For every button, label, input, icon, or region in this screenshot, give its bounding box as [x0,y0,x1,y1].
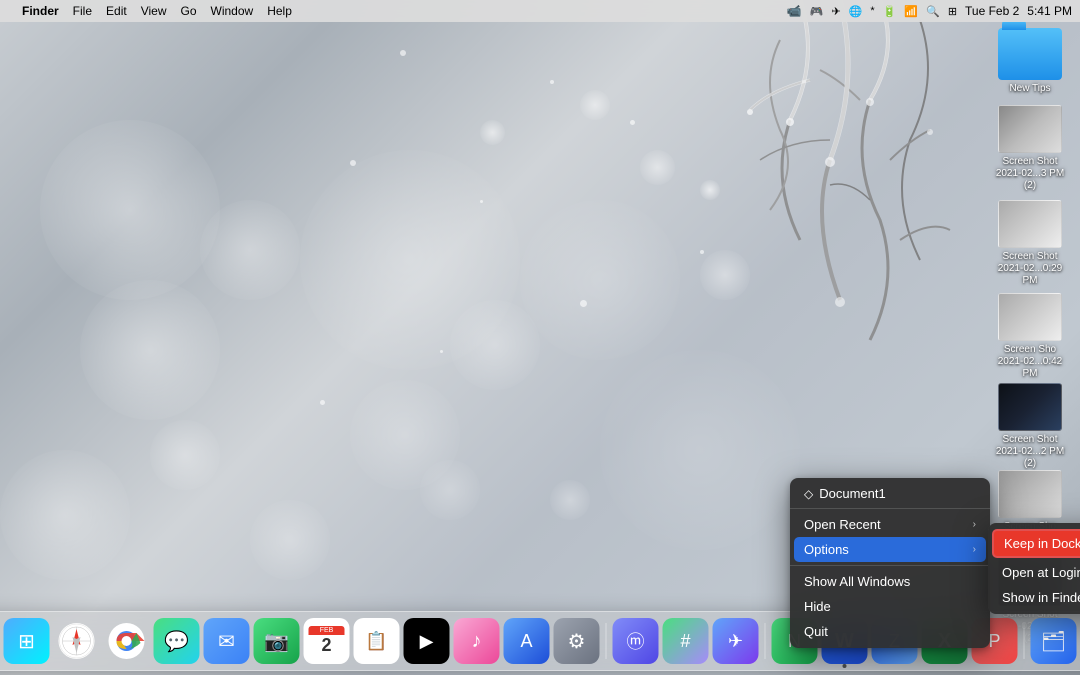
dock-separator-3 [1024,623,1025,659]
app-name-menu[interactable]: Finder [22,4,59,18]
submenu-keep-in-dock[interactable]: Keep in Dock [992,529,1080,558]
screenshot-thumb [998,470,1062,518]
network-icon[interactable]: 🌐 [849,5,863,18]
keep-in-dock-label: Keep in Dock [1004,536,1080,551]
messages-icon: 💬 [164,629,189,654]
dock-item-launchpad[interactable]: ⊞ [4,618,50,664]
bluetooth-icon[interactable]: * [870,5,874,17]
search-icon[interactable]: 🔍 [926,5,940,18]
dock-item-reminders[interactable]: 📋 [354,618,400,664]
folder-icon [998,28,1062,80]
submenu-show-in-finder[interactable]: Show in Finder [988,585,1080,610]
system-prefs-icon: ⚙ [568,629,586,654]
word-active-dot [843,664,847,668]
icon-label: Screen Shot 2021-02...0:29 PM [991,251,1069,287]
desktop: Finder File Edit View Go Window Help 📹 🎮… [0,0,1080,675]
appletv-icon: ▶ [420,631,434,652]
context-menu-hide[interactable]: Hide [790,594,990,619]
datetime: Tue Feb 2 [965,4,1019,18]
chrome-icon [109,623,145,659]
slack-icon: # [680,631,690,652]
menubar: Finder File Edit View Go Window Help 📹 🎮… [0,0,1080,22]
dock-item-messages[interactable]: 💬 [154,618,200,664]
screenshot-thumb [998,293,1062,341]
dock-item-music[interactable]: ♪ [454,618,500,664]
help-menu[interactable]: Help [267,4,292,18]
context-menu: ◇ Document1 Open Recent › Options › Show… [790,478,990,648]
tree-decoration [480,0,1000,480]
desktop-icon-screenshot-4[interactable]: Screen Shot 2021-02...2 PM (2) [990,383,1070,470]
options-submenu: Keep in Dock Open at Login Show in Finde… [988,523,1080,614]
context-menu-title: ◇ Document1 [790,482,990,505]
hide-label: Hide [804,599,831,614]
dock-item-files[interactable]: 🗂 [1031,618,1077,664]
messenger-icon: ⓜ [627,628,645,654]
dock-item-slack[interactable]: # [663,618,709,664]
dock-item-facetime[interactable]: 📷 [254,618,300,664]
desktop-icon-screenshot-3[interactable]: Screen Sho 2021-02...0:42 PM [990,293,1070,380]
dock-item-appletv[interactable]: ▶ [404,618,450,664]
facetime-icon[interactable]: 📹 [787,4,802,18]
dock-item-safari[interactable] [54,618,100,664]
music-icon: ♪ [472,630,482,653]
desktop-icon-screenshot-2[interactable]: Screen Shot 2021-02...0:29 PM [990,200,1070,287]
context-menu-quit[interactable]: Quit [790,619,990,644]
dock-item-calendar[interactable]: FEB 2 [304,618,350,664]
show-in-finder-label: Show in Finder [1002,590,1080,605]
doc-icon: ◇ [804,487,813,501]
dock-item-mail[interactable]: ✉ [204,618,250,664]
calendar-icon: FEB 2 [309,626,345,657]
preview-icon: P [988,631,1000,652]
flight-icon[interactable]: ✈ [832,5,841,18]
submenu-open-at-login[interactable]: Open at Login [988,560,1080,585]
control-center-icon[interactable]: ⊞ [948,5,957,18]
edit-menu[interactable]: Edit [106,4,127,18]
icon-label: Screen Shot 2021-02...2 PM (2) [991,434,1069,470]
desktop-icon-new-tips[interactable]: New Tips [990,28,1070,95]
dock-item-paperflight[interactable]: ✈ [713,618,759,664]
screenshot-thumb [998,383,1062,431]
appstore-icon: A [520,631,532,652]
dock-item-chrome[interactable] [104,618,150,664]
time: 5:41 PM [1027,4,1072,18]
show-all-windows-label: Show All Windows [804,574,910,589]
paperflight-icon: ✈ [728,631,743,652]
submenu-arrow-options: › [973,544,976,555]
view-menu[interactable]: View [141,4,167,18]
context-menu-app-name: Document1 [819,486,885,501]
reminders-icon: 📋 [365,631,387,652]
context-menu-separator-2 [790,565,990,566]
context-menu-separator [790,508,990,509]
quit-label: Quit [804,624,828,639]
screenshot-thumb [998,105,1062,153]
options-label: Options [804,542,849,557]
dock-item-system-preferences[interactable]: ⚙ [554,618,600,664]
safari-icon [59,623,95,659]
open-at-login-label: Open at Login [1002,565,1080,580]
context-menu-options[interactable]: Options › [794,537,986,562]
screenshot-thumb [998,200,1062,248]
dock-separator [606,623,607,659]
files-icon: 🗂 [1041,629,1066,654]
desktop-icon-screenshot-1[interactable]: Screen Shot 2021-02...3 PM (2) [990,105,1070,192]
dock-item-appstore[interactable]: A [504,618,550,664]
window-menu[interactable]: Window [211,4,254,18]
facetime-dock-icon: 📷 [264,629,289,654]
wifi-icon[interactable]: 📶 [904,5,918,18]
dock-item-messenger[interactable]: ⓜ [613,618,659,664]
mail-icon: ✉ [218,629,235,654]
game-icon[interactable]: 🎮 [810,5,824,18]
icon-label: Screen Shot 2021-02...3 PM (2) [991,156,1069,192]
go-menu[interactable]: Go [181,4,197,18]
context-menu-open-recent[interactable]: Open Recent › [790,512,990,537]
icon-label: New Tips [1009,83,1050,95]
launchpad-icon: ⊞ [18,629,35,654]
battery-icon[interactable]: 🔋 [883,5,897,18]
context-menu-show-all-windows[interactable]: Show All Windows [790,569,990,594]
icon-label: Screen Sho 2021-02...0:42 PM [991,344,1069,380]
file-menu[interactable]: File [73,4,92,18]
dock-separator-2 [765,623,766,659]
open-recent-label: Open Recent [804,517,881,532]
submenu-arrow: › [973,519,976,530]
